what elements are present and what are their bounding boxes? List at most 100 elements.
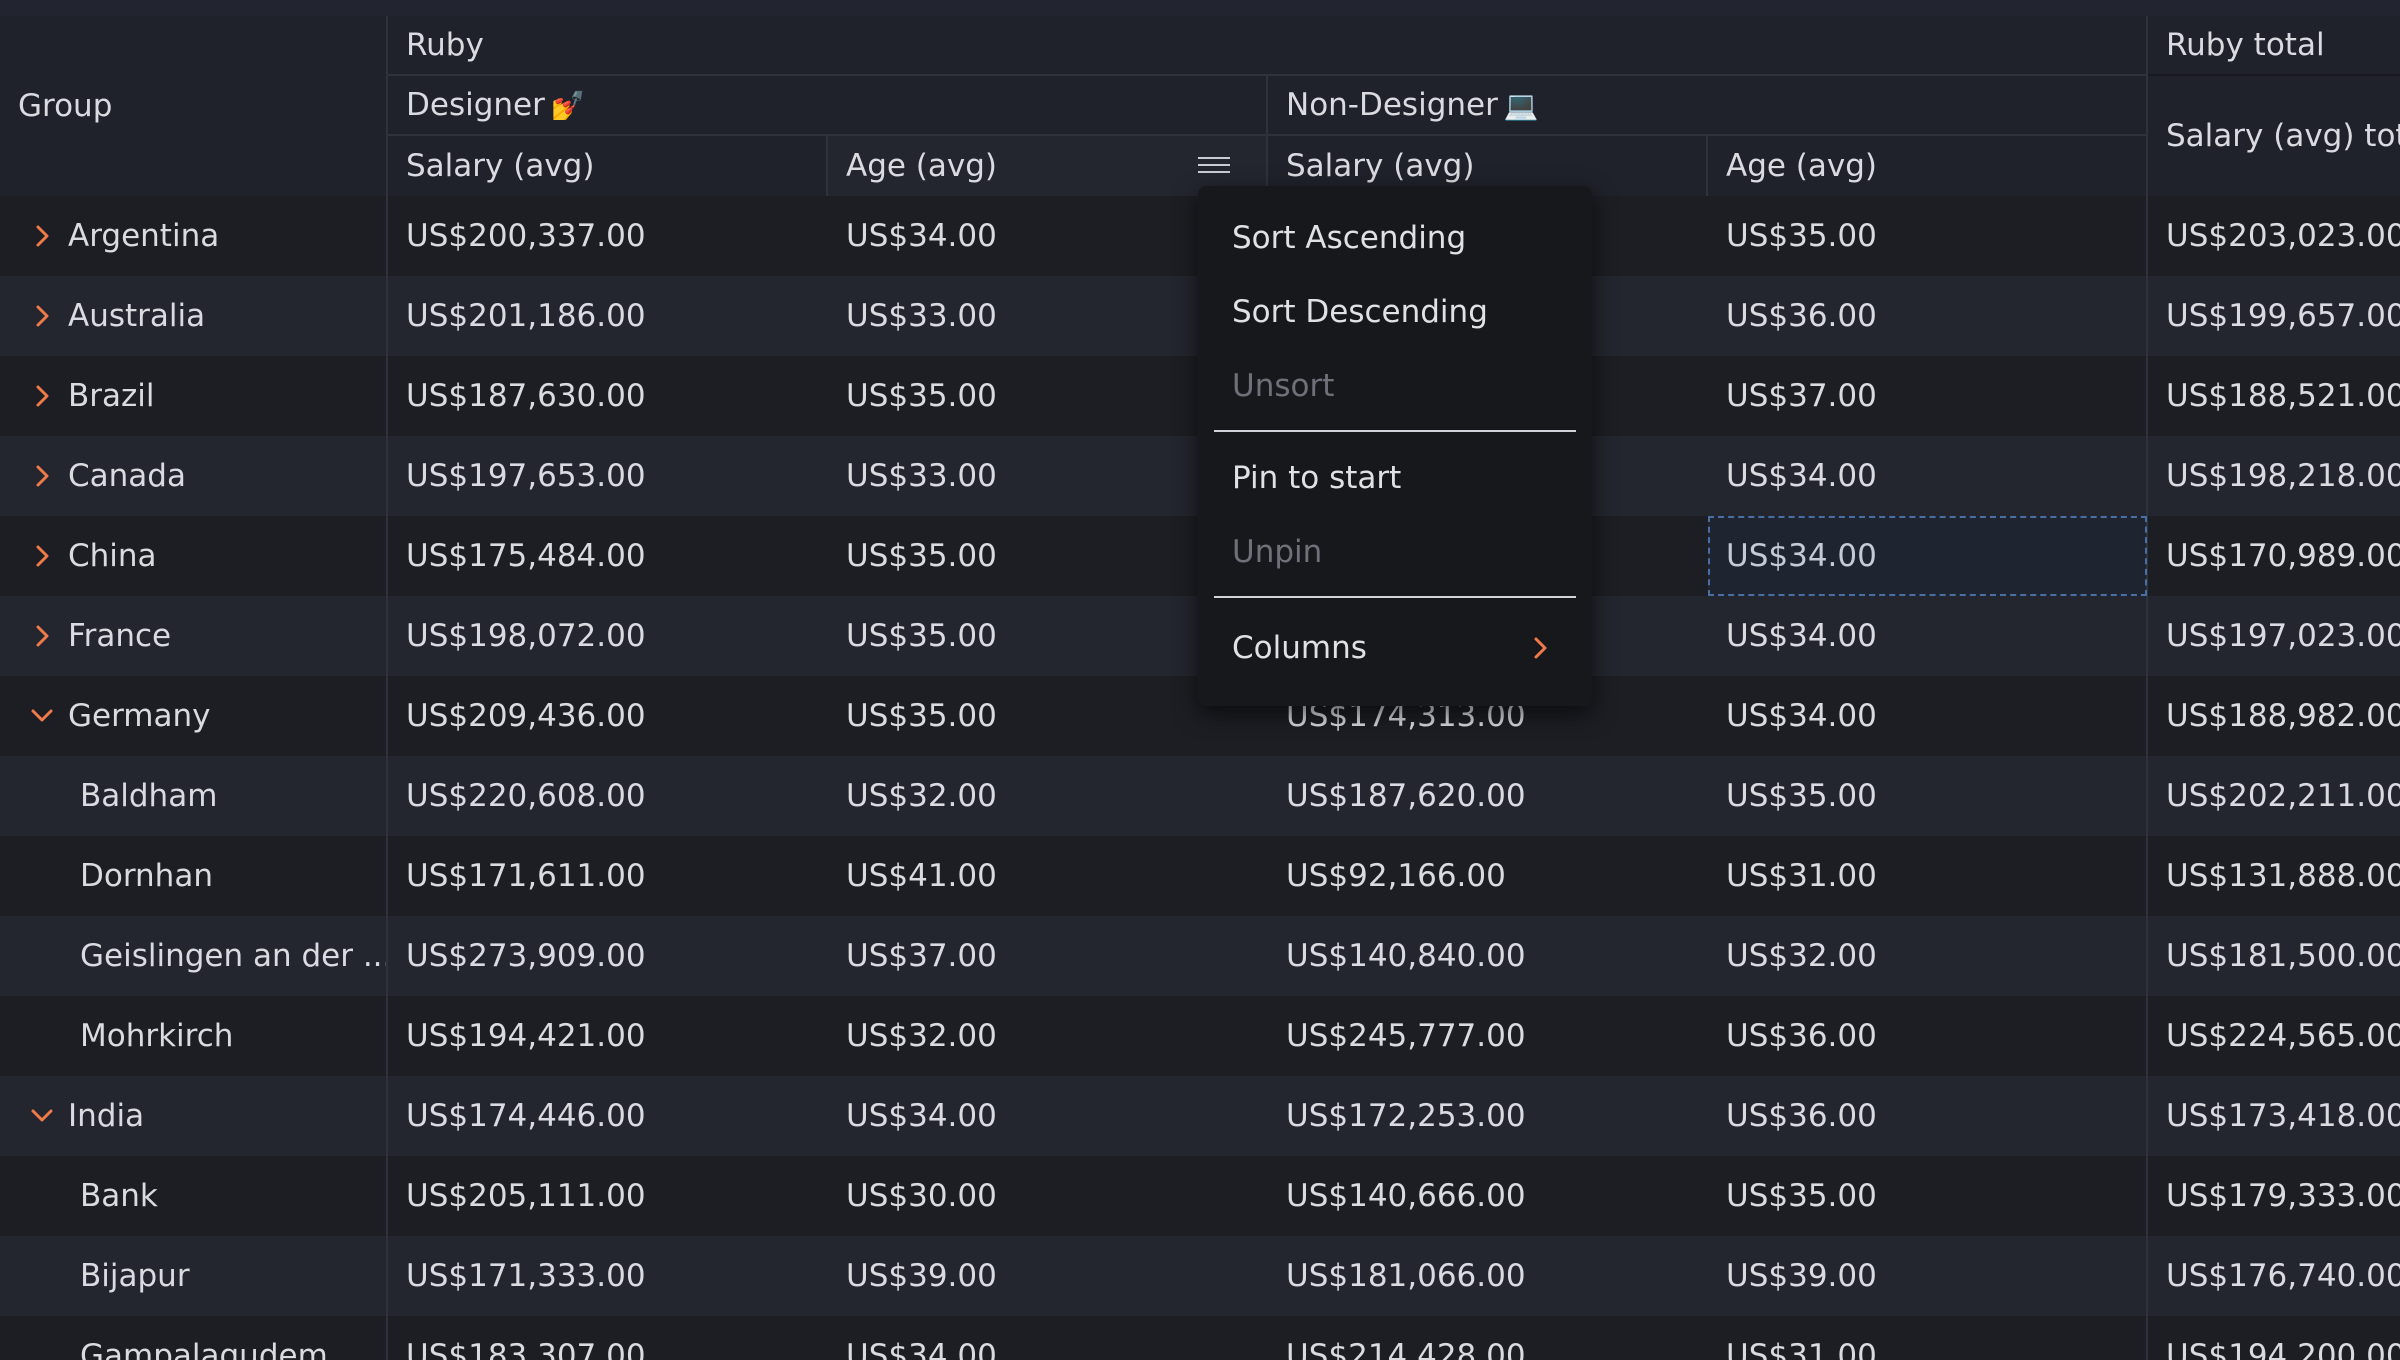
table-row[interactable]: Mohrkirch US$194,421.00 US$32.00 US$245,777…: [0, 996, 2400, 1076]
cell-nondesigner-age[interactable]: US$31.00: [1708, 1316, 2146, 1360]
table-row[interactable]: Dornhan US$171,611.00 US$41.00 US$92,166.00…: [0, 836, 2400, 916]
table-row[interactable]: Bijapur US$171,333.00 US$39.00 US$181,066.0…: [0, 1236, 2400, 1316]
cell-nondesigner-age[interactable]: US$35.00: [1708, 196, 2146, 276]
cell-group[interactable]: Germany: [0, 676, 386, 756]
cell-designer-age[interactable]: US$30.00: [828, 1156, 1266, 1236]
cell-designer-salary[interactable]: US$198,072.00: [388, 596, 826, 676]
cell-total-salary[interactable]: US$202,211.00: [2148, 756, 2400, 836]
cell-nondesigner-age[interactable]: US$37.00: [1708, 356, 2146, 436]
chevron-down-icon[interactable]: [30, 704, 54, 728]
cell-designer-salary[interactable]: US$197,653.00: [388, 436, 826, 516]
cell-nondesigner-age[interactable]: US$35.00: [1708, 1156, 2146, 1236]
cell-nondesigner-age[interactable]: US$36.00: [1708, 1076, 2146, 1156]
chevron-down-icon[interactable]: [30, 1104, 54, 1128]
header-ruby-total[interactable]: Ruby total: [2148, 16, 2400, 74]
cell-designer-salary[interactable]: US$205,111.00: [388, 1156, 826, 1236]
cell-total-salary[interactable]: US$188,521.00: [2148, 356, 2400, 436]
chevron-right-icon[interactable]: [30, 544, 54, 568]
cell-designer-salary[interactable]: US$194,421.00: [388, 996, 826, 1076]
chevron-right-icon[interactable]: [30, 464, 54, 488]
menu-unpin[interactable]: Unpin: [1198, 516, 1592, 588]
cell-nondesigner-age[interactable]: US$34.00: [1708, 676, 2146, 756]
cell-total-salary[interactable]: US$203,023.00: [2148, 196, 2400, 276]
cell-designer-age[interactable]: US$32.00: [828, 756, 1266, 836]
cell-nondesigner-age[interactable]: US$36.00: [1708, 996, 2146, 1076]
cell-nondesigner-salary[interactable]: US$245,777.00: [1268, 996, 1706, 1076]
cell-total-salary[interactable]: US$198,218.00: [2148, 436, 2400, 516]
header-total-salary[interactable]: Salary (avg) total: [2148, 76, 2400, 196]
header-non-designer[interactable]: Non-Designer 💻: [1268, 76, 2146, 134]
header-designer[interactable]: Designer 💅: [388, 76, 1266, 134]
cell-group[interactable]: Canada: [0, 436, 386, 516]
menu-columns[interactable]: Columns: [1198, 612, 1592, 684]
header-designer-salary[interactable]: Salary (avg): [388, 136, 826, 196]
cell-designer-age[interactable]: US$34.00: [828, 1316, 1266, 1360]
cell-group[interactable]: France: [0, 596, 386, 676]
cell-nondesigner-salary[interactable]: US$140,840.00: [1268, 916, 1706, 996]
cell-group[interactable]: India: [0, 1076, 386, 1156]
table-row[interactable]: Bank US$205,111.00 US$30.00 US$140,666.00 US…: [0, 1156, 2400, 1236]
cell-designer-age[interactable]: US$34.00: [828, 1076, 1266, 1156]
menu-sort-ascending[interactable]: Sort Ascending: [1198, 202, 1592, 274]
header-ruby[interactable]: Ruby: [388, 16, 2146, 74]
cell-nondesigner-age[interactable]: US$31.00: [1708, 836, 2146, 916]
cell-total-salary[interactable]: US$131,888.00: [2148, 836, 2400, 916]
menu-unsort[interactable]: Unsort: [1198, 350, 1592, 422]
chevron-right-icon[interactable]: [30, 224, 54, 248]
cell-total-salary[interactable]: US$194,200.00: [2148, 1316, 2400, 1360]
column-menu-icon[interactable]: [1192, 152, 1236, 180]
cell-designer-salary[interactable]: US$171,333.00: [388, 1236, 826, 1316]
cell-group[interactable]: Argentina: [0, 196, 386, 276]
cell-total-salary[interactable]: US$173,418.00: [2148, 1076, 2400, 1156]
cell-designer-salary[interactable]: US$175,484.00: [388, 516, 826, 596]
table-row[interactable]: India US$174,446.00 US$34.00 US$172,253.00 U…: [0, 1076, 2400, 1156]
cell-total-salary[interactable]: US$176,740.00: [2148, 1236, 2400, 1316]
cell-group[interactable]: Australia: [0, 276, 386, 356]
cell-nondesigner-age[interactable]: US$36.00: [1708, 276, 2146, 356]
cell-total-salary[interactable]: US$197,023.00: [2148, 596, 2400, 676]
cell-group[interactable]: Bank: [0, 1156, 386, 1236]
chevron-right-icon[interactable]: [30, 624, 54, 648]
cell-group[interactable]: Bijapur: [0, 1236, 386, 1316]
cell-group[interactable]: China: [0, 516, 386, 596]
cell-nondesigner-age[interactable]: US$34.00: [1708, 436, 2146, 516]
cell-total-salary[interactable]: US$179,333.00: [2148, 1156, 2400, 1236]
table-row[interactable]: Baldham US$220,608.00 US$32.00 US$187,620.0…: [0, 756, 2400, 836]
cell-group[interactable]: Geislingen an der ...: [0, 916, 386, 996]
menu-pin-to-start[interactable]: Pin to start: [1198, 442, 1592, 514]
cell-nondesigner-salary[interactable]: US$181,066.00: [1268, 1236, 1706, 1316]
cell-total-salary[interactable]: US$170,989.00: [2148, 516, 2400, 596]
cell-nondesigner-salary[interactable]: US$214,428.00: [1268, 1316, 1706, 1360]
cell-group[interactable]: Mohrkirch: [0, 996, 386, 1076]
cell-nondesigner-age[interactable]: US$39.00: [1708, 1236, 2146, 1316]
header-nondesigner-age[interactable]: Age (avg): [1708, 136, 2146, 196]
cell-designer-age[interactable]: US$39.00: [828, 1236, 1266, 1316]
cell-nondesigner-age[interactable]: US$34.00: [1708, 596, 2146, 676]
table-row[interactable]: Geislingen an der ... US$273,909.00 US$37.…: [0, 916, 2400, 996]
cell-designer-age[interactable]: US$41.00: [828, 836, 1266, 916]
cell-designer-age[interactable]: US$32.00: [828, 996, 1266, 1076]
chevron-right-icon[interactable]: [30, 384, 54, 408]
cell-nondesigner-salary[interactable]: US$140,666.00: [1268, 1156, 1706, 1236]
cell-total-salary[interactable]: US$224,565.00: [2148, 996, 2400, 1076]
menu-sort-descending[interactable]: Sort Descending: [1198, 276, 1592, 348]
cell-nondesigner-salary[interactable]: US$172,253.00: [1268, 1076, 1706, 1156]
cell-group[interactable]: Dornhan: [0, 836, 386, 916]
chevron-right-icon[interactable]: [30, 304, 54, 328]
cell-designer-salary[interactable]: US$171,611.00: [388, 836, 826, 916]
cell-group[interactable]: Baldham: [0, 756, 386, 836]
cell-nondesigner-salary[interactable]: US$187,620.00: [1268, 756, 1706, 836]
cell-designer-salary[interactable]: US$187,630.00: [388, 356, 826, 436]
cell-designer-salary[interactable]: US$200,337.00: [388, 196, 826, 276]
cell-nondesigner-salary[interactable]: US$92,166.00: [1268, 836, 1706, 916]
header-group[interactable]: Group: [0, 16, 386, 196]
cell-designer-salary[interactable]: US$273,909.00: [388, 916, 826, 996]
cell-designer-salary[interactable]: US$220,608.00: [388, 756, 826, 836]
cell-total-salary[interactable]: US$181,500.00: [2148, 916, 2400, 996]
cell-designer-age[interactable]: US$37.00: [828, 916, 1266, 996]
cell-designer-salary[interactable]: US$174,446.00: [388, 1076, 826, 1156]
cell-designer-salary[interactable]: US$209,436.00: [388, 676, 826, 756]
cell-designer-salary[interactable]: US$183,307.00: [388, 1316, 826, 1360]
cell-nondesigner-age[interactable]: US$32.00: [1708, 916, 2146, 996]
cell-total-salary[interactable]: US$188,982.00: [2148, 676, 2400, 756]
